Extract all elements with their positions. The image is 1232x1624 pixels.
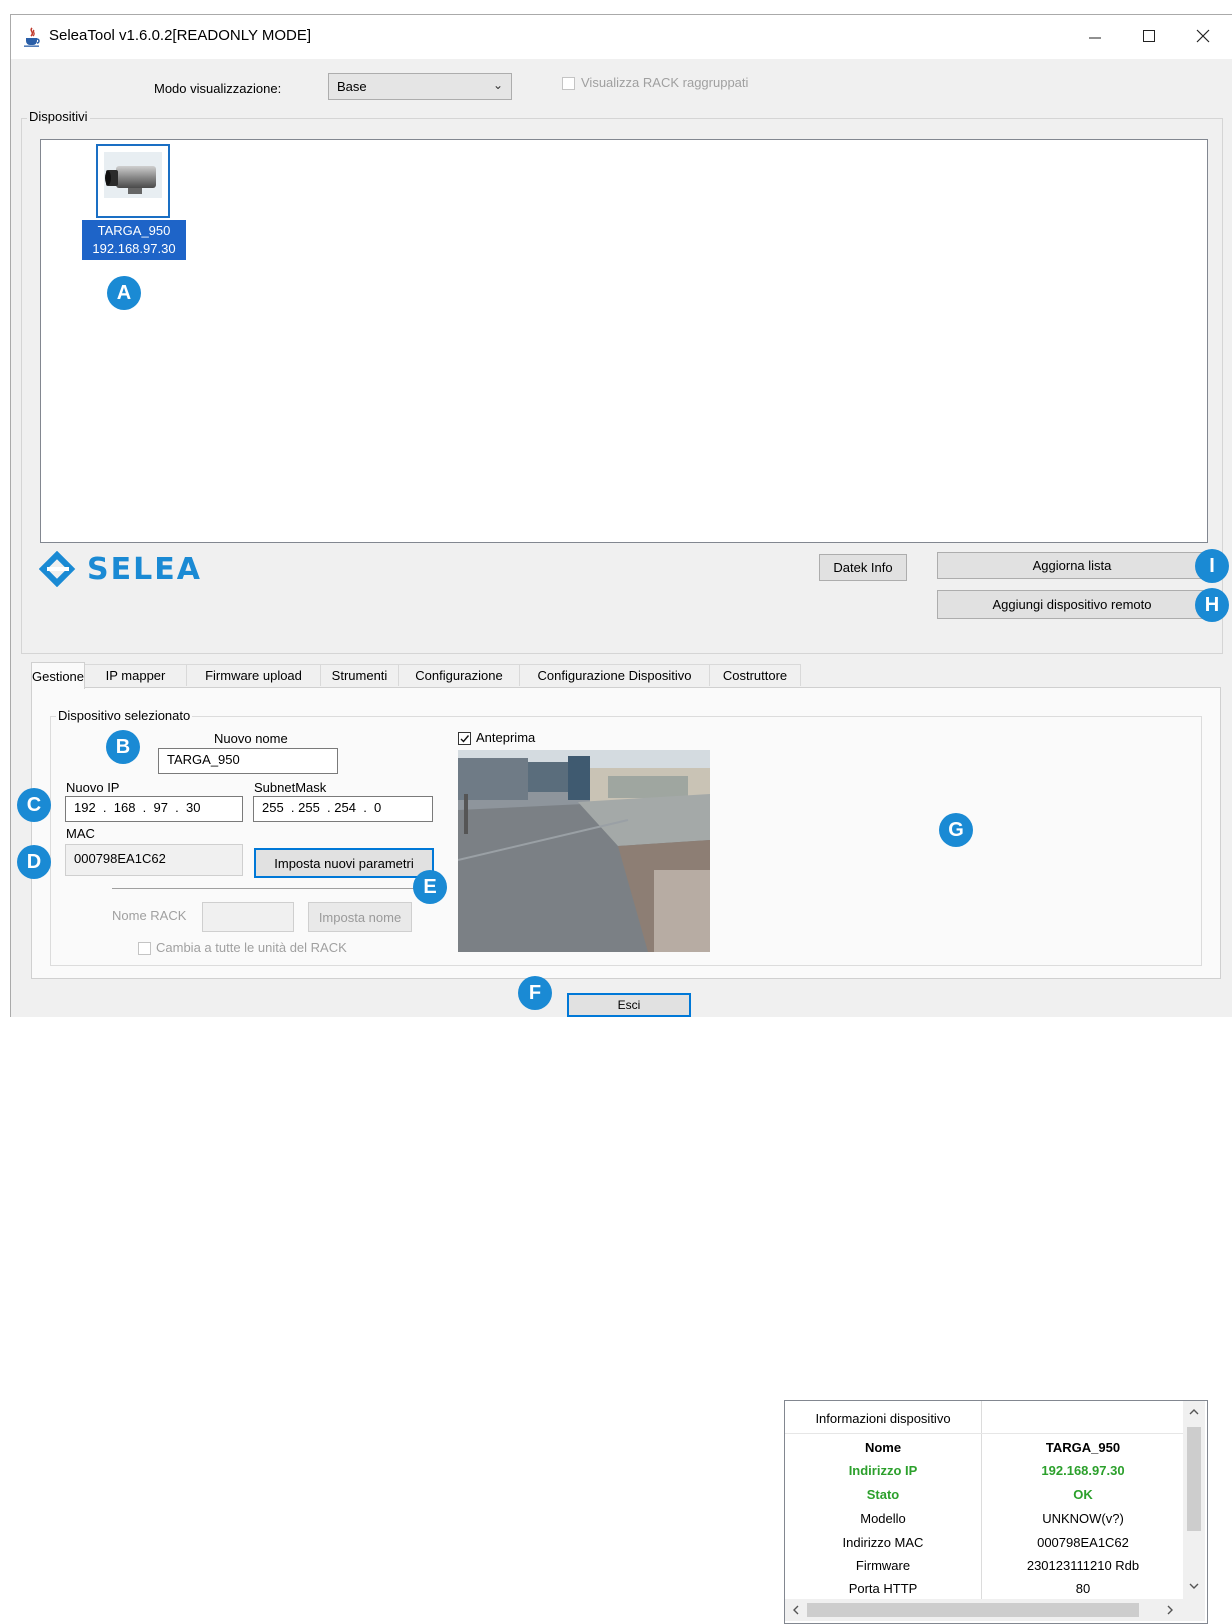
refresh-list-button[interactable]: Aggiorna lista <box>937 552 1207 579</box>
new-ip-label: Nuovo IP <box>66 780 120 795</box>
preview-label: Anteprima <box>476 730 536 745</box>
view-mode-value: Base <box>337 79 367 94</box>
java-icon <box>24 27 40 47</box>
rack-name-input[interactable] <box>202 902 294 932</box>
grid-header-line <box>785 1433 1183 1434</box>
info-value-mac: 000798EA1C62 <box>1037 1535 1129 1550</box>
tab-panel-gestione: Dispositivo selezionato Nuovo nome TARGA… <box>31 687 1221 1624</box>
info-key-ip: Indirizzo IP <box>848 1463 918 1478</box>
view-mode-label: Modo visualizzazione: <box>154 81 282 96</box>
selea-logo-text: SELEA <box>87 551 202 587</box>
info-key-stato: Stato <box>866 1487 900 1502</box>
annotation-badge-g: G <box>939 813 973 847</box>
devices-legend: Dispositivi <box>27 109 90 124</box>
subnet-input[interactable]: 255 . 255 . 254 . 0 <box>253 796 433 822</box>
new-name-input[interactable]: TARGA_950 <box>158 748 338 774</box>
info-value-modello: UNKNOW(v?) <box>1042 1511 1124 1526</box>
tab-ip-mapper[interactable]: IP mapper <box>84 664 187 686</box>
tab-configurazione-dispositivo[interactable]: Configurazione Dispositivo <box>519 664 710 686</box>
selea-logo-icon <box>39 551 76 587</box>
mac-label: MAC <box>66 826 95 841</box>
selected-device-legend: Dispositivo selezionato <box>56 708 193 723</box>
subnet-value: 255 . 255 . 254 . 0 <box>262 800 382 815</box>
info-key-http-port: Porta HTTP <box>848 1581 918 1596</box>
checkmark-icon <box>460 735 470 743</box>
info-key-modello: Modello <box>860 1511 906 1526</box>
device-list[interactable]: TARGA_950 192.168.97.30 <box>40 139 1208 543</box>
device-info-grid[interactable]: Informazioni dispositivo Nome TARGA_950 … <box>784 1400 1208 1624</box>
scroll-up-icon[interactable] <box>1183 1403 1205 1421</box>
annotation-badge-i: I <box>1195 549 1229 583</box>
close-button[interactable] <box>1181 21 1225 51</box>
apply-all-rack-checkbox[interactable] <box>138 942 151 955</box>
device-ip: 192.168.97.30 <box>92 241 176 256</box>
close-icon <box>1196 29 1210 43</box>
add-remote-device-button[interactable]: Aggiungi dispositivo remoto <box>937 590 1207 619</box>
preview-checkbox[interactable] <box>458 732 471 745</box>
info-value-ip: 192.168.97.30 <box>1041 1463 1125 1478</box>
tab-strumenti[interactable]: Strumenti <box>320 664 399 686</box>
annotation-badge-f: F <box>518 976 552 1010</box>
minimize-icon <box>1089 37 1101 39</box>
grid-divider <box>981 1401 982 1599</box>
device-name: TARGA_950 <box>97 223 171 238</box>
chevron-down-icon: ⌄ <box>492 78 503 92</box>
tab-gestione[interactable]: Gestione <box>31 662 85 689</box>
exit-button[interactable]: Esci <box>567 993 691 1017</box>
tab-costruttore[interactable]: Costruttore <box>709 664 801 686</box>
info-value-stato: OK <box>1073 1487 1093 1502</box>
new-name-value: TARGA_950 <box>167 752 240 767</box>
info-value-nome: TARGA_950 <box>1045 1440 1121 1455</box>
new-ip-input[interactable]: 192 . 168 . 97 . 30 <box>65 796 243 822</box>
set-name-button[interactable]: Imposta nome <box>308 902 412 932</box>
view-mode-select[interactable]: Base ⌄ <box>328 73 512 100</box>
rack-name-label: Nome RACK <box>112 908 187 923</box>
scroll-left-icon[interactable] <box>787 1599 805 1621</box>
rack-grouped-checkbox[interactable] <box>562 77 575 90</box>
annotation-badge-d: D <box>17 845 51 879</box>
device-info-header: Informazioni dispositivo <box>815 1411 951 1426</box>
set-params-button[interactable]: Imposta nuovi parametri <box>254 848 434 878</box>
scroll-right-icon[interactable] <box>1161 1599 1179 1621</box>
camera-preview-image <box>458 750 710 952</box>
scroll-down-icon[interactable] <box>1183 1577 1205 1595</box>
annotation-badge-a: A <box>107 276 141 310</box>
annotation-badge-c: C <box>17 788 51 822</box>
vertical-scroll-thumb[interactable] <box>1187 1427 1201 1531</box>
maximize-icon <box>1143 30 1155 42</box>
annotation-badge-b: B <box>106 730 140 764</box>
selea-logo: SELEA <box>39 551 202 587</box>
window-title: SeleaTool v1.6.0.2[READONLY MODE] <box>49 27 312 44</box>
app-window: SeleaTool v1.6.0.2[READONLY MODE] Modo v… <box>10 14 1232 1624</box>
annotation-badge-e: E <box>413 870 447 904</box>
vertical-scrollbar[interactable] <box>1183 1401 1205 1599</box>
scroll-corner <box>1183 1599 1205 1621</box>
info-key-nome: Nome <box>864 1440 902 1455</box>
maximize-button[interactable] <box>1127 21 1171 51</box>
horizontal-scroll-thumb[interactable] <box>807 1603 1139 1617</box>
device-item-label[interactable]: TARGA_950 192.168.97.30 <box>82 220 186 260</box>
apply-all-rack-label: Cambia a tutte le unità del RACK <box>156 940 347 955</box>
info-value-firmware: 230123111210 Rdb <box>1026 1558 1140 1573</box>
mac-field: 000798EA1C62 <box>65 844 243 876</box>
horizontal-scrollbar[interactable] <box>785 1599 1183 1621</box>
new-ip-value: 192 . 168 . 97 . 30 <box>74 800 201 815</box>
datek-info-button[interactable]: Datek Info <box>819 554 907 581</box>
info-key-mac: Indirizzo MAC <box>842 1535 924 1550</box>
tab-configurazione[interactable]: Configurazione <box>398 664 520 686</box>
mac-value: 000798EA1C62 <box>74 851 166 866</box>
divider <box>112 888 434 889</box>
annotation-badge-h: H <box>1195 588 1229 622</box>
subnet-label: SubnetMask <box>254 780 327 795</box>
title-bar: SeleaTool v1.6.0.2[READONLY MODE] <box>11 15 1232 59</box>
info-key-firmware: Firmware <box>855 1558 911 1573</box>
info-value-http-port: 80 <box>1075 1581 1091 1596</box>
minimize-button[interactable] <box>1073 21 1117 51</box>
rack-grouped-label: Visualizza RACK raggruppati <box>581 75 749 90</box>
camera-icon <box>104 152 162 198</box>
new-name-label: Nuovo nome <box>214 731 288 746</box>
tab-firmware-upload[interactable]: Firmware upload <box>186 664 321 686</box>
device-item-targa-950[interactable] <box>96 144 170 218</box>
